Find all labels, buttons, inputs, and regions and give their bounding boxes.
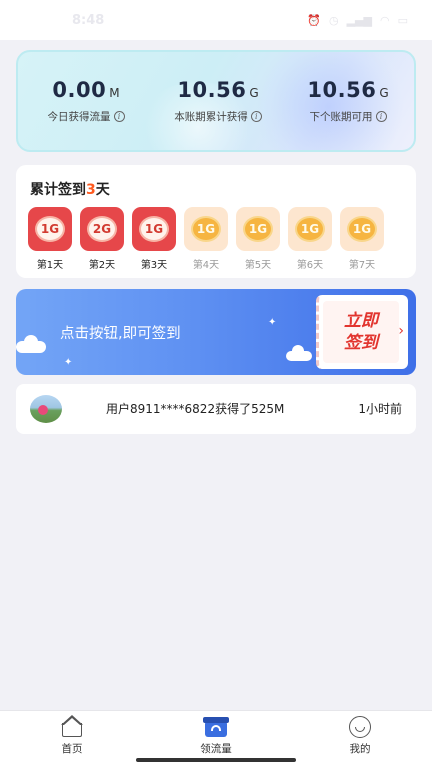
signin-day-1: 1G 第1天 <box>28 207 72 271</box>
coin-icon: 2G <box>87 216 117 242</box>
signin-now-button[interactable]: 立即 签到 › <box>316 295 408 369</box>
signin-day-7: 1G 第7天 <box>340 207 384 271</box>
coin-icon: 1G <box>347 216 377 242</box>
nav-profile[interactable]: 我的 <box>320 715 400 756</box>
day-reward-box: 1G <box>236 207 280 251</box>
info-icon[interactable]: i <box>113 111 125 122</box>
gift-icon <box>203 715 229 739</box>
clock-icon: ◷ <box>328 13 339 27</box>
traffic-stats-card: 0.00 M 今日获得流量 i 10.56 G 本账期累计获得 i 10.56 … <box>16 50 416 152</box>
nav-home[interactable]: 首页 <box>32 715 112 756</box>
signin-days-list: 1G 第1天 2G 第2天 1G 第3天 1G 第4天 1G 第5天 1G 第6… <box>28 207 384 271</box>
signin-banner[interactable]: ✦ ✦ 点击按钮,即可签到 立即 签到 › <box>16 289 416 375</box>
signin-count: 3 <box>86 182 96 198</box>
day-label: 第4天 <box>192 260 220 271</box>
home-indicator[interactable] <box>136 758 296 762</box>
battery-icon: ▭ <box>397 13 408 27</box>
coin-icon: 1G <box>243 216 273 242</box>
day-reward-box: 1G <box>340 207 384 251</box>
stat-next-period-unit: G <box>379 86 389 100</box>
banner-text: 点击按钮,即可签到 <box>60 326 181 342</box>
day-reward-box: 1G <box>288 207 332 251</box>
day-label: 第7天 <box>348 260 376 271</box>
coin-icon: 1G <box>35 216 65 242</box>
cloud-icon <box>286 345 312 361</box>
day-label: 第6天 <box>296 260 324 271</box>
signin-title: 累计签到3天 <box>30 179 110 199</box>
stat-today-value: 0.00 <box>52 78 107 102</box>
coin-icon: 1G <box>191 216 221 242</box>
sparkle-icon: ✦ <box>64 357 73 368</box>
nav-get-traffic-label: 领流量 <box>200 743 232 755</box>
info-icon[interactable]: i <box>250 111 262 122</box>
signin-title-prefix: 累计签到 <box>30 182 86 198</box>
activity-feed-item: 用户8911****6822获得了525M 1小时前 <box>16 384 416 434</box>
status-bar: 8:48 ⏰ ◷ ▂▄▆ ◠ ▭ <box>0 0 432 40</box>
status-time: 8:48 <box>72 12 105 28</box>
day-reward-box: 1G <box>28 207 72 251</box>
coin-icon: 1G <box>139 216 169 242</box>
stat-today: 0.00 M 今日获得流量 i <box>26 78 146 124</box>
signin-day-3: 1G 第3天 <box>132 207 176 271</box>
signin-button-line1: 立即 <box>344 311 378 331</box>
signal-icon: ▂▄▆ <box>346 13 372 27</box>
coin-icon: 1G <box>295 216 325 242</box>
day-reward-box: 2G <box>80 207 124 251</box>
activity-time: 1小时前 <box>358 402 402 416</box>
nav-get-traffic[interactable]: 领流量 <box>176 715 256 756</box>
day-label: 第1天 <box>36 260 64 271</box>
sparkle-icon: ✦ <box>268 317 277 328</box>
status-icons: ⏰ ◷ ▂▄▆ ◠ ▭ <box>307 14 408 27</box>
cloud-icon <box>16 335 46 353</box>
chevron-right-icon: › <box>398 323 404 339</box>
signin-ticket: 立即 签到 <box>323 301 399 363</box>
stat-next-period-value: 10.56 <box>307 78 377 102</box>
stat-today-unit: M <box>109 86 120 100</box>
signin-title-suffix: 天 <box>95 182 110 198</box>
day-label: 第5天 <box>244 260 272 271</box>
alarm-icon: ⏰ <box>307 13 321 27</box>
signin-button-line2: 签到 <box>344 333 378 353</box>
activity-text: 用户8911****6822获得了525M <box>106 402 285 416</box>
stat-today-label: 今日获得流量 <box>47 111 111 123</box>
day-label: 第2天 <box>88 260 116 271</box>
day-label: 第3天 <box>140 260 168 271</box>
nav-profile-label: 我的 <box>349 743 371 755</box>
signin-day-2: 2G 第2天 <box>80 207 124 271</box>
stat-current-period-unit: G <box>249 86 259 100</box>
nav-home-label: 首页 <box>61 743 83 755</box>
stat-current-period-label: 本账期累计获得 <box>174 111 248 123</box>
info-icon[interactable]: i <box>375 111 387 122</box>
stat-next-period-label: 下个账期可用 <box>309 111 373 123</box>
signin-day-4: 1G 第4天 <box>184 207 228 271</box>
day-reward-box: 1G <box>132 207 176 251</box>
day-reward-box: 1G <box>184 207 228 251</box>
stat-current-period: 10.56 G 本账期累计获得 i <box>158 78 278 124</box>
stat-current-period-value: 10.56 <box>177 78 247 102</box>
signin-progress-card: 累计签到3天 1G 第1天 2G 第2天 1G 第3天 1G 第4天 1G 第5… <box>16 165 416 278</box>
signin-day-6: 1G 第6天 <box>288 207 332 271</box>
home-icon <box>59 715 85 739</box>
stat-next-period: 10.56 G 下个账期可用 i <box>288 78 408 124</box>
profile-icon <box>347 715 373 739</box>
wifi-icon: ◠ <box>379 13 390 27</box>
avatar <box>30 395 62 423</box>
signin-day-5: 1G 第5天 <box>236 207 280 271</box>
